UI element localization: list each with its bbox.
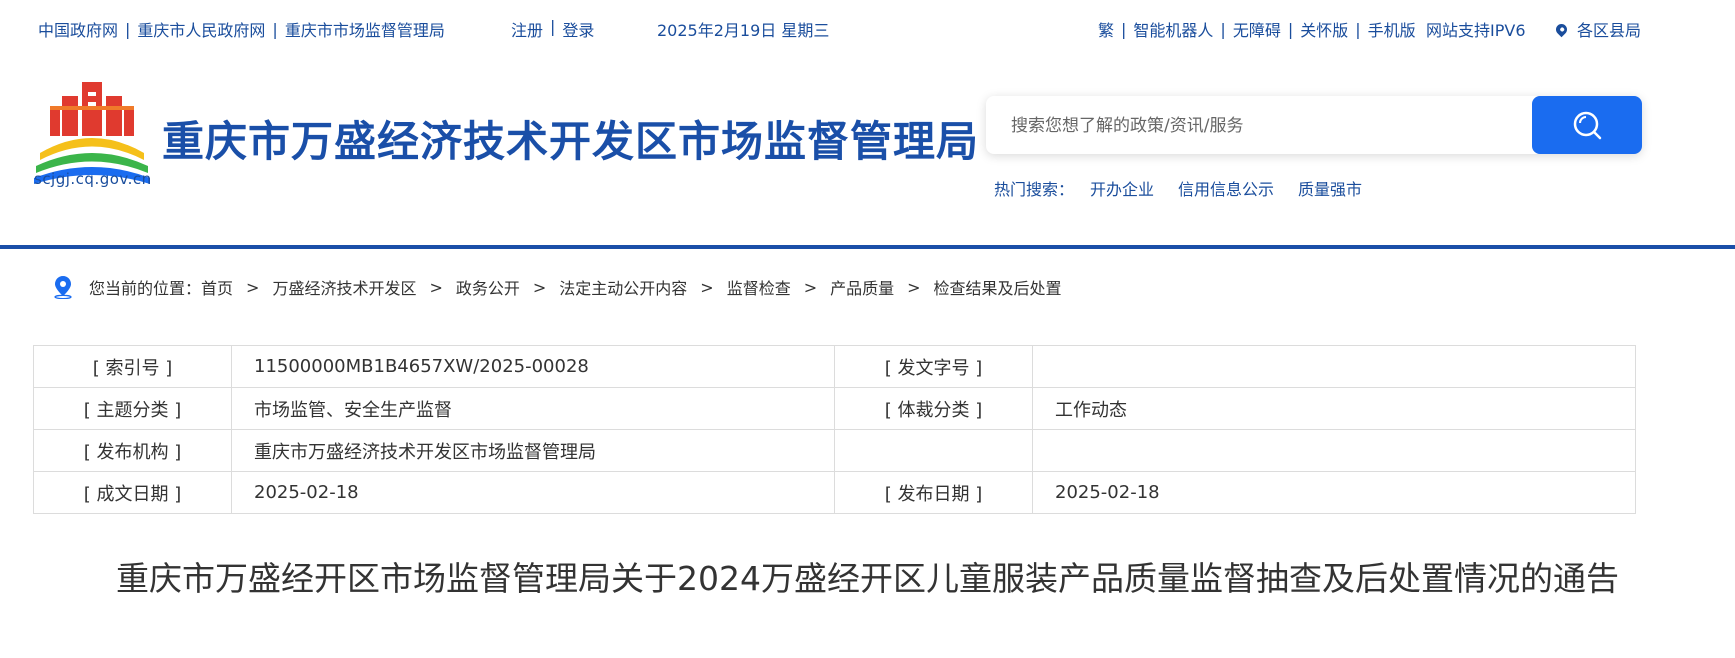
divider: | (1220, 19, 1226, 39)
breadcrumb-item[interactable]: 产品质量 (830, 275, 894, 299)
article-title: 重庆市万盛经开区市场监督管理局关于2024万盛经开区儿童服装产品质量监督抽查及后… (116, 559, 1619, 598)
meta-key: [ 主题分类 ] (33, 387, 232, 430)
robot-link[interactable]: 智能机器人 (1133, 17, 1213, 41)
meta-key: [ 发布日期 ] (834, 471, 1033, 514)
breadcrumb-prefix: 您当前的位置： (89, 279, 202, 298)
table-row: [ 发布机构 ] 重庆市万盛经济技术开发区市场监督管理局 (33, 429, 1636, 472)
search-button[interactable] (1532, 96, 1642, 154)
meta-key (834, 429, 1033, 472)
table-row: [ 成文日期 ] 2025-02-18 [ 发布日期 ] 2025-02-18 (33, 471, 1636, 514)
hot-searches: 热门搜索： 开办企业 信用信息公示 质量强市 (994, 176, 1386, 200)
meta-key: [ 体裁分类 ] (834, 387, 1033, 430)
meta-value: 2025-02-18 (231, 471, 835, 514)
site-title[interactable]: 重庆市万盛经济技术开发区市场监督管理局 (162, 108, 979, 169)
current-date: 2025年2月19日 星期三 (657, 21, 830, 40)
breadcrumb-home[interactable]: 首页 (201, 275, 233, 299)
header-divider (0, 245, 1735, 249)
breadcrumb-separator: > (429, 277, 443, 297)
auth-links: 注册 | 登录 (511, 17, 594, 41)
meta-value: 重庆市万盛经济技术开发区市场监督管理局 (231, 429, 835, 472)
hot-search-item[interactable]: 信用信息公示 (1178, 176, 1274, 200)
gov-links: 中国政府网 | 重庆市人民政府网 | 重庆市市场监督管理局 (38, 17, 445, 41)
divider: | (1287, 19, 1294, 39)
breadcrumb-separator: > (532, 277, 547, 297)
accessibility-link[interactable]: 无障碍 (1233, 17, 1281, 41)
meta-value: 2025-02-18 (1032, 471, 1636, 514)
hot-search-item[interactable]: 开办企业 (1090, 176, 1154, 200)
breadcrumb-separator: > (700, 277, 714, 297)
breadcrumb-separator: > (246, 277, 260, 297)
location-pin-icon (1553, 21, 1570, 37)
region-label: 各区县局 (1577, 21, 1642, 40)
link-chongqing-scjg[interactable]: 重庆市市场监督管理局 (285, 17, 445, 41)
care-mode-link[interactable]: 关怀版 (1300, 17, 1348, 41)
hot-search-label: 热门搜索： (994, 180, 1075, 199)
meta-key: [ 发文字号 ] (834, 345, 1033, 388)
traditional-chinese-link[interactable]: 繁 (1098, 17, 1114, 41)
breadcrumb-separator: > (803, 277, 818, 297)
breadcrumb: 您当前的位置： 首页 > 万盛经济技术开发区 > 政务公开 > 法定主动公开内容… (53, 275, 1062, 299)
table-row: [ 主题分类 ] 市场监管、安全生产监督 [ 体裁分类 ] 工作动态 (33, 387, 1636, 430)
meta-key: [ 成文日期 ] (33, 471, 232, 514)
divider: | (272, 19, 278, 39)
divider: | (125, 19, 131, 39)
divider: | (1355, 19, 1361, 39)
breadcrumb-item[interactable]: 检查结果及后处置 (934, 275, 1062, 299)
mobile-link[interactable]: 手机版 (1368, 17, 1416, 41)
meta-value: 市场监管、安全生产监督 (231, 387, 835, 430)
document-meta-table: [ 索引号 ] 11500000MB1B4657XW/2025-00028 [ … (33, 345, 1636, 514)
search-box (986, 96, 1642, 156)
breadcrumb-item[interactable]: 政务公开 (456, 275, 520, 299)
meta-value (1032, 429, 1636, 472)
breadcrumb-separator: > (907, 277, 921, 297)
location-icon (54, 276, 72, 299)
meta-key: [ 发布机构 ] (33, 429, 232, 472)
divider: | (1121, 19, 1127, 39)
link-china-gov[interactable]: 中国政府网 (38, 17, 118, 41)
hot-search-item[interactable]: 质量强市 (1298, 176, 1362, 200)
meta-value (1032, 345, 1636, 388)
top-bar: 中国政府网 | 重庆市人民政府网 | 重庆市市场监督管理局 注册 | 登录 20… (0, 0, 1735, 58)
breadcrumb-item[interactable]: 万盛经济技术开发区 (272, 275, 416, 299)
breadcrumb-item[interactable]: 法定主动公开内容 (559, 275, 687, 299)
breadcrumb-item[interactable]: 监督检查 (727, 275, 791, 299)
link-chongqing-gov[interactable]: 重庆市人民政府网 (137, 17, 265, 41)
login-link[interactable]: 登录 (562, 17, 594, 41)
meta-value: 工作动态 (1032, 387, 1636, 430)
divider: | (550, 17, 556, 36)
register-link[interactable]: 注册 (511, 17, 543, 41)
meta-key: [ 索引号 ] (33, 345, 232, 388)
ipv6-support: 网站支持IPV6 (1426, 21, 1526, 40)
search-icon (1573, 111, 1602, 140)
meta-value: 11500000MB1B4657XW/2025-00028 (231, 345, 835, 388)
accessibility-links: 繁 | 智能机器人 | 无障碍 | 关怀版 | 手机版 (1098, 17, 1416, 41)
table-row: [ 索引号 ] 11500000MB1B4657XW/2025-00028 [ … (33, 345, 1636, 388)
region-selector[interactable]: 各区县局 (1553, 17, 1642, 41)
search-input[interactable] (986, 96, 1533, 156)
logo-domain-text: scjgj.cq.gov.cn (34, 170, 152, 188)
